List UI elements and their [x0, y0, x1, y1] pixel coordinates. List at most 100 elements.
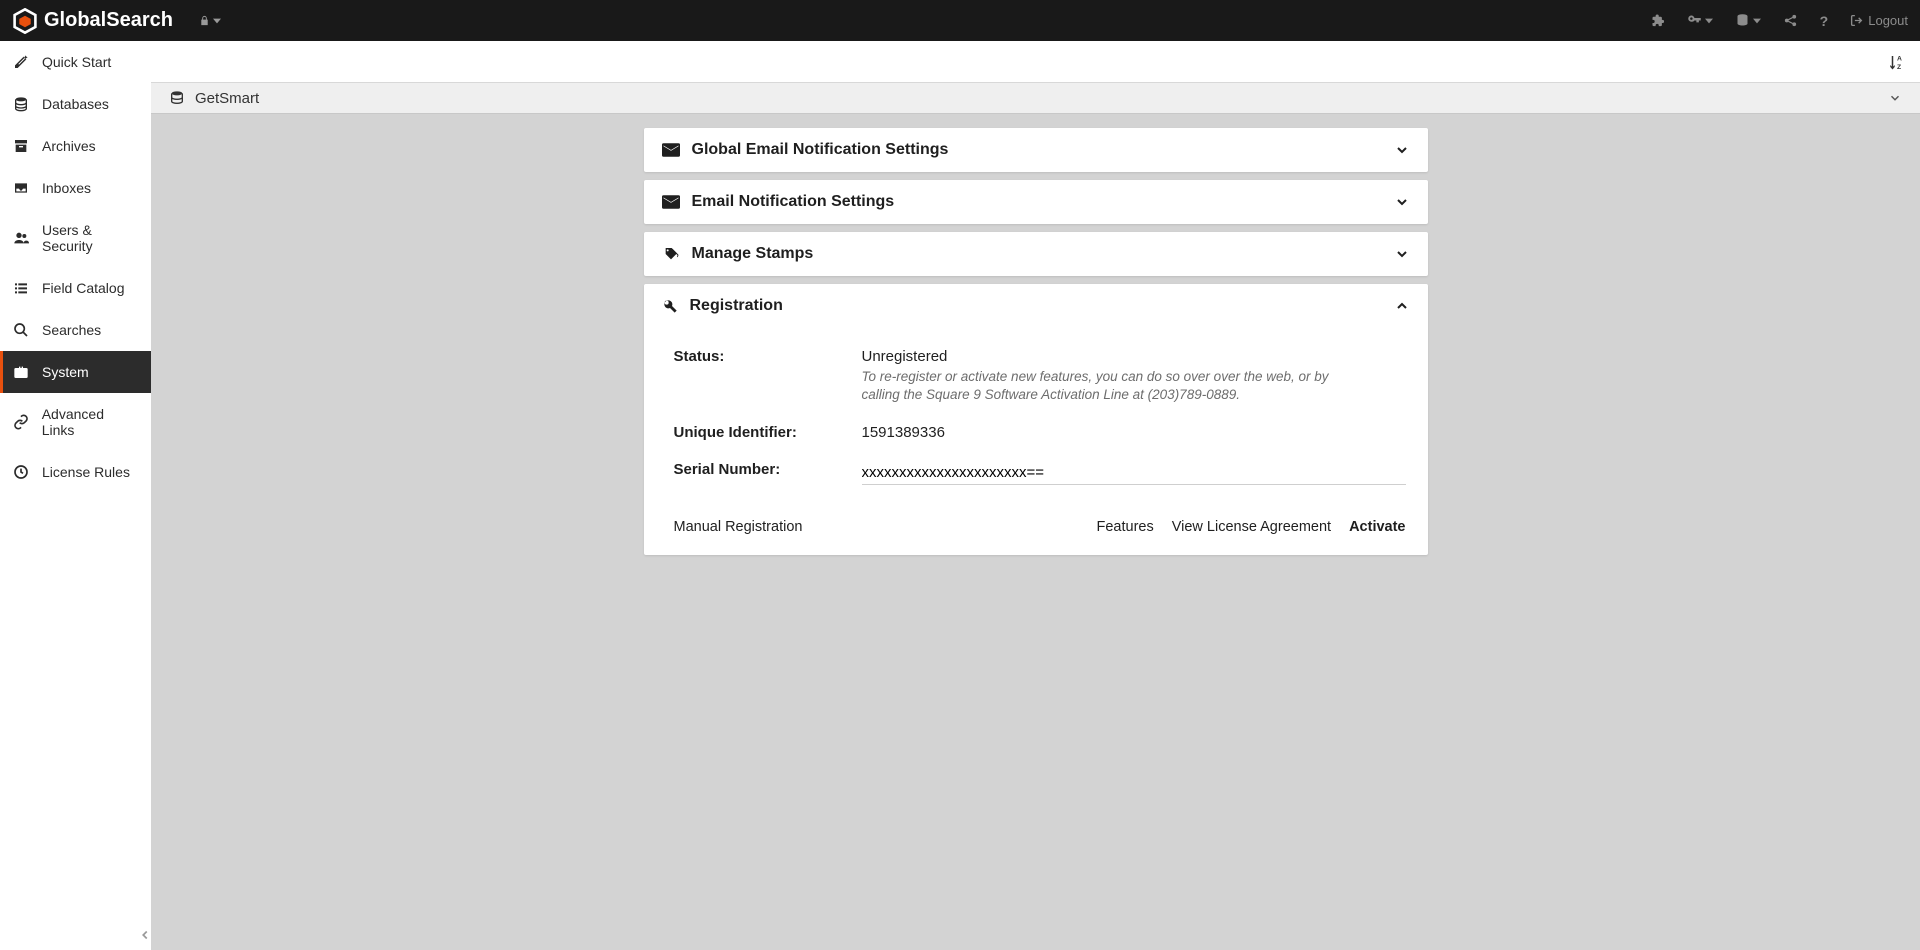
wand-icon	[12, 54, 30, 70]
link-icon	[12, 414, 30, 430]
serial-input[interactable]	[862, 461, 1406, 485]
manual-registration-button[interactable]: Manual Registration	[674, 519, 803, 535]
sidebar-item-advanced-links[interactable]: Advanced Links	[0, 393, 151, 451]
sort-alpha-icon: AZ	[1888, 52, 1906, 72]
topbar-db-dropdown[interactable]	[1735, 13, 1761, 28]
brand-text: GlobalSearch	[44, 9, 173, 32]
chevron-down-icon	[1394, 194, 1410, 210]
sidebar-item-searches[interactable]: Searches	[0, 309, 151, 351]
database-name: GetSmart	[195, 90, 259, 107]
registration-actions: Manual Registration Features View Licens…	[674, 495, 1406, 535]
sidebar-collapse-button[interactable]	[138, 928, 152, 942]
topbar-right: ? Logout	[1650, 13, 1908, 29]
lock-icon	[199, 14, 210, 27]
registration-uid-row: Unique Identifier: 1591389336	[674, 414, 1406, 451]
puzzle-icon	[1650, 13, 1665, 28]
panel-header-global-email[interactable]: Global Email Notification Settings	[644, 128, 1428, 172]
sidebar-item-label: Users & Security	[42, 222, 139, 254]
panel-email: Email Notification Settings	[644, 180, 1428, 224]
caret-down-icon	[1705, 17, 1713, 25]
sidebar-item-inboxes[interactable]: Inboxes	[0, 167, 151, 209]
status-label: Status:	[674, 348, 862, 365]
topbar-left: GlobalSearch	[12, 8, 221, 34]
sidebar-item-quick-start[interactable]: Quick Start	[0, 41, 151, 83]
sidebar-item-label: System	[42, 364, 89, 380]
lock-dropdown[interactable]	[199, 14, 221, 27]
envelope-icon	[662, 195, 680, 209]
search-icon	[12, 322, 30, 338]
database-icon	[12, 96, 30, 112]
logout-icon	[1850, 14, 1863, 27]
svg-text:Z: Z	[1897, 63, 1901, 70]
sidebar-item-label: Quick Start	[42, 54, 111, 70]
chevron-down-icon	[1394, 246, 1410, 262]
panel-stamps: Manage Stamps	[644, 232, 1428, 276]
sidebar-item-label: Advanced Links	[42, 406, 139, 438]
panel-header-registration[interactable]: Registration	[644, 284, 1428, 328]
chevron-down-icon	[1888, 91, 1902, 105]
sidebar-item-archives[interactable]: Archives	[0, 125, 151, 167]
caret-down-icon	[1753, 17, 1761, 25]
activate-button[interactable]: Activate	[1349, 519, 1405, 535]
status-value: Unregistered	[862, 348, 1406, 365]
logout-label: Logout	[1868, 13, 1908, 28]
view-license-button[interactable]: View License Agreement	[1172, 519, 1331, 535]
panel-stack: Global Email Notification Settings	[644, 128, 1428, 555]
caret-down-icon	[213, 17, 221, 25]
key-icon	[1687, 13, 1702, 28]
status-note: To re-register or activate new features,…	[862, 368, 1362, 404]
tags-icon	[662, 246, 680, 262]
sidebar-item-system[interactable]: System	[0, 351, 151, 393]
features-button[interactable]: Features	[1097, 519, 1154, 535]
panel-registration: Registration Status: Unregistered To re-…	[644, 284, 1428, 555]
svg-text:A: A	[1897, 55, 1902, 62]
sidebar-item-license-rules[interactable]: License Rules	[0, 451, 151, 493]
panel-title: Manage Stamps	[692, 245, 814, 263]
sidebar: Quick Start DatabasesArchives Inboxes Users…	[0, 41, 151, 950]
database-bar-left: GetSmart	[169, 90, 259, 107]
chevron-up-icon	[1394, 298, 1410, 314]
panel-title: Global Email Notification Settings	[692, 141, 949, 159]
panel-header-email[interactable]: Email Notification Settings	[644, 180, 1428, 224]
topbar-share-button[interactable]	[1783, 13, 1798, 28]
sidebar-item-databases[interactable]: Databases	[0, 83, 151, 125]
topbar-help-button[interactable]: ?	[1820, 13, 1829, 29]
key-wrench-icon	[662, 298, 678, 314]
brand[interactable]: GlobalSearch	[12, 8, 173, 34]
database-bar-toggle[interactable]	[1888, 91, 1902, 105]
inbox-icon	[12, 180, 30, 196]
layout: Quick Start DatabasesArchives Inboxes Users…	[0, 41, 1920, 950]
topbar-plugin-button[interactable]	[1650, 13, 1665, 28]
users-icon	[12, 230, 30, 246]
registration-serial-row: Serial Number:	[674, 451, 1406, 495]
panel-global-email: Global Email Notification Settings	[644, 128, 1428, 172]
topbar-key-dropdown[interactable]	[1687, 13, 1713, 28]
chevron-down-icon	[1394, 142, 1410, 158]
sidebar-nav: Quick Start DatabasesArchives Inboxes Users…	[0, 41, 151, 950]
content-toolbar: AZ	[151, 41, 1920, 83]
database-icon	[169, 90, 185, 106]
topbar: GlobalSearch ? Logout	[0, 0, 1920, 41]
database-icon	[1735, 13, 1750, 28]
help-icon: ?	[1820, 13, 1829, 29]
sidebar-item-label: Field Catalog	[42, 280, 125, 296]
sort-button[interactable]: AZ	[1888, 52, 1906, 72]
panel-header-stamps[interactable]: Manage Stamps	[644, 232, 1428, 276]
sidebar-item-users-security[interactable]: Users & Security	[0, 209, 151, 267]
clock-icon	[12, 464, 30, 480]
uid-value: 1591389336	[862, 424, 1406, 441]
sidebar-item-label: Inboxes	[42, 180, 91, 196]
sidebar-item-field-catalog[interactable]: Field Catalog	[0, 267, 151, 309]
list-icon	[12, 280, 30, 296]
envelope-icon	[662, 143, 680, 157]
uid-label: Unique Identifier:	[674, 424, 862, 441]
registration-status-row: Status: Unregistered To re-register or a…	[674, 338, 1406, 414]
share-icon	[1783, 13, 1798, 28]
content-area: Global Email Notification Settings	[151, 114, 1920, 950]
logout-button[interactable]: Logout	[1850, 13, 1908, 28]
archive-icon	[12, 138, 30, 154]
brand-logo-icon	[12, 8, 38, 34]
panel-title: Email Notification Settings	[692, 193, 895, 211]
briefcase-icon	[12, 364, 30, 380]
database-bar[interactable]: GetSmart	[151, 83, 1920, 114]
